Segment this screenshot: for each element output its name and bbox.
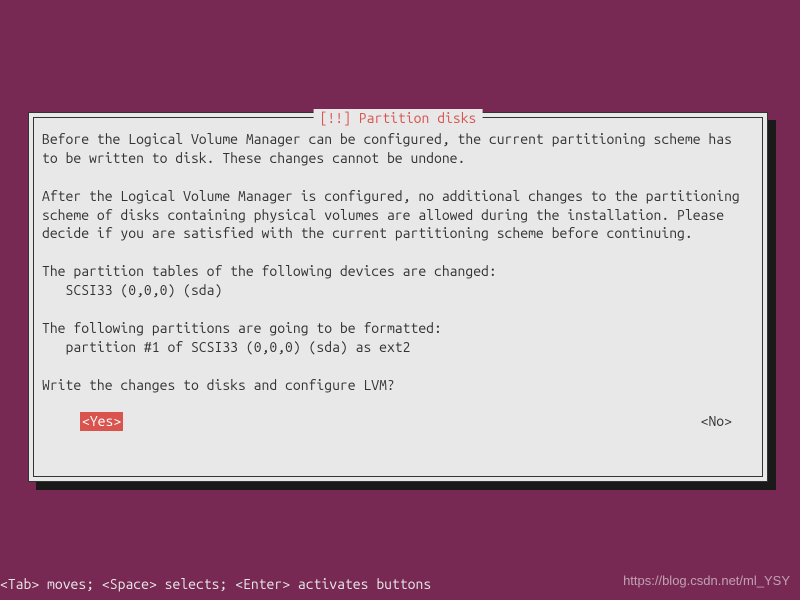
para-2: After the Logical Volume Manager is conf… (42, 188, 748, 242)
para-1: Before the Logical Volume Manager can be… (42, 131, 740, 166)
dialog-inner: [!!] Partition disks Before the Logical … (33, 117, 763, 477)
no-button[interactable]: <No> (701, 412, 732, 431)
dialog-title: [!!] Partition disks (314, 109, 483, 128)
dialog-title-text: [!!] Partition disks (320, 110, 477, 126)
para-4-item: partition #1 of SCSI33 (0,0,0) (sda) as … (42, 339, 411, 355)
para-4: The following partitions are going to be… (42, 320, 442, 336)
partition-dialog: [!!] Partition disks Before the Logical … (28, 112, 768, 482)
para-3-item: SCSI33 (0,0,0) (sda) (42, 282, 222, 298)
footer-hint: <Tab> moves; <Space> selects; <Enter> ac… (0, 575, 431, 594)
para-5: Write the changes to disks and configure… (42, 377, 395, 393)
button-row: <Yes> <No> (42, 412, 754, 431)
yes-button[interactable]: <Yes> (80, 412, 123, 431)
para-3: The partition tables of the following de… (42, 263, 497, 279)
watermark: https://blog.csdn.net/ml_YSY (623, 572, 790, 590)
dialog-body: Before the Logical Volume Manager can be… (42, 130, 754, 394)
